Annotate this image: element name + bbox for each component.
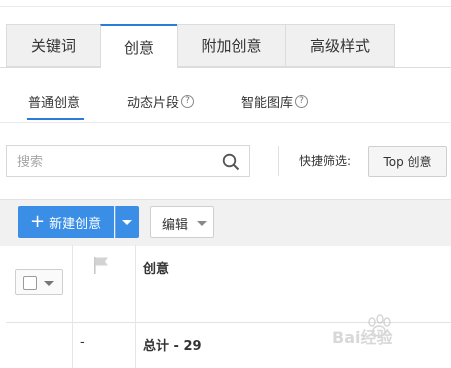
button-label: Top 创意 xyxy=(383,155,432,169)
subtab-label: 智能图库 xyxy=(241,96,294,111)
toolbar: + 新建创意 编辑 xyxy=(0,199,451,246)
divider xyxy=(278,146,279,176)
tab-label: 创意 xyxy=(123,38,154,57)
button-label: 新建创意 xyxy=(49,216,102,232)
plus-icon: + xyxy=(30,211,46,232)
chevron-down-icon xyxy=(44,281,54,286)
tab-keywords[interactable]: 关键词 xyxy=(6,24,100,67)
tab-label: 关键词 xyxy=(30,37,76,55)
help-icon[interactable]: ? xyxy=(295,95,309,108)
tab-label: 附加创意 xyxy=(201,37,262,55)
column-header-creative[interactable]: 创意 xyxy=(143,258,169,277)
new-creative-dropdown[interactable] xyxy=(115,206,139,238)
subtab-dynamic-snippets[interactable]: 动态片段 ? xyxy=(127,92,195,111)
tab-label: 高级样式 xyxy=(309,37,370,55)
watermark-text: Bai经验 xyxy=(332,328,393,347)
top-creatives-button[interactable]: Top 创意 xyxy=(368,146,447,177)
subtab-standard-creative[interactable]: 普通创意 xyxy=(28,92,80,111)
button-label: 编辑 xyxy=(162,218,189,233)
chevron-down-icon xyxy=(197,221,207,226)
select-all-checkbox-dropdown[interactable] xyxy=(15,269,63,295)
search-input[interactable] xyxy=(17,152,212,172)
main-tabs: 关键词 创意 附加创意 高级样式 xyxy=(0,24,451,68)
table-cell-total: 总计 - 29 xyxy=(143,339,202,354)
top-separator xyxy=(0,0,451,7)
column-divider xyxy=(135,245,136,368)
active-subtab-indicator xyxy=(27,118,84,120)
new-creative-button[interactable]: + 新建创意 xyxy=(18,206,114,238)
column-divider xyxy=(72,245,73,368)
tabbar-divider xyxy=(0,67,451,68)
quick-filter-label: 快捷筛选: xyxy=(299,154,352,168)
sub-tabs: 普通创意 动态片段 ? 智能图库 ? xyxy=(0,80,451,123)
checkbox[interactable] xyxy=(23,276,37,290)
subtab-label: 动态片段 xyxy=(127,96,180,111)
table-cell-flag: - xyxy=(80,335,85,350)
subtab-smart-gallery[interactable]: 智能图库 ? xyxy=(241,92,309,111)
search-box xyxy=(6,145,250,177)
tab-extensions[interactable]: 附加创意 xyxy=(177,24,285,67)
tab-creatives[interactable]: 创意 xyxy=(100,24,177,68)
edit-dropdown-button[interactable]: 编辑 xyxy=(150,206,214,238)
tab-advanced-styles[interactable]: 高级样式 xyxy=(285,24,395,67)
subtab-label: 普通创意 xyxy=(28,96,81,111)
search-icon[interactable] xyxy=(222,153,240,171)
flag-icon[interactable] xyxy=(92,255,110,275)
help-icon[interactable]: ? xyxy=(181,95,195,108)
chevron-down-icon xyxy=(122,220,132,225)
